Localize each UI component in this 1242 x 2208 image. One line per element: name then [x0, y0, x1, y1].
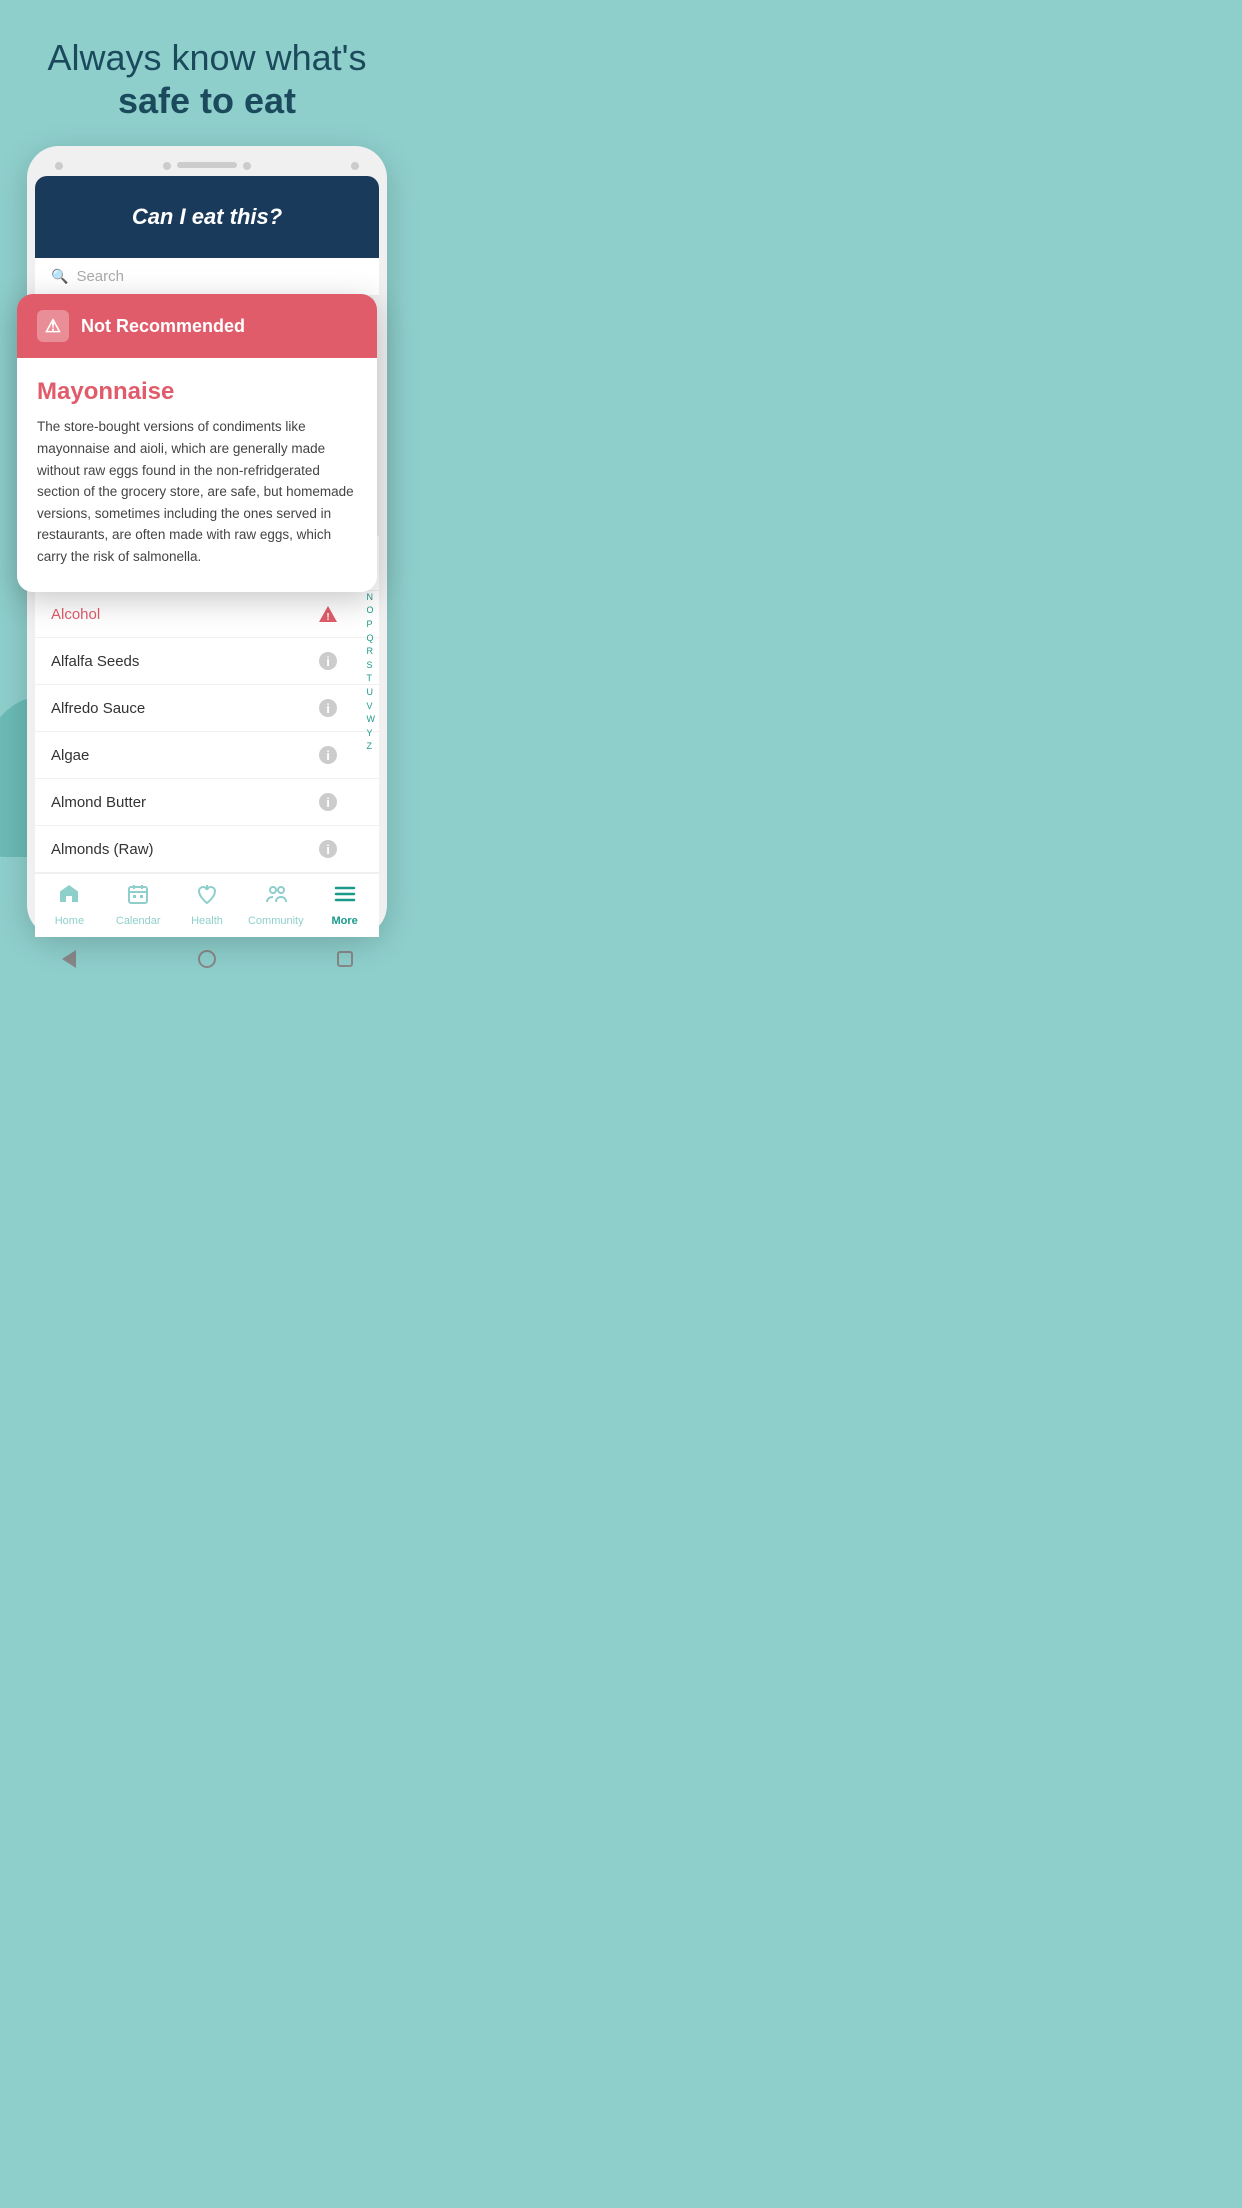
- back-button[interactable]: [59, 949, 79, 969]
- phone-notch: [177, 162, 237, 168]
- recents-button[interactable]: [335, 949, 355, 969]
- more-icon: [333, 882, 357, 912]
- alpha-S[interactable]: S: [367, 659, 376, 672]
- svg-text:i: i: [326, 842, 330, 857]
- home-button[interactable]: [197, 949, 217, 969]
- system-bar: [0, 937, 414, 977]
- headline-line1: Always know what's: [48, 36, 367, 79]
- table-row[interactable]: Almonds (Raw) i: [35, 826, 379, 873]
- nav-label-more: More: [331, 915, 357, 927]
- popup-status: Not Recommended: [81, 316, 245, 337]
- app-title: Can I eat this?: [132, 204, 282, 229]
- search-placeholder: Search: [76, 268, 124, 285]
- phone-top-bar: [35, 162, 379, 170]
- popup-food-name: Mayonnaise: [37, 378, 357, 406]
- search-bar[interactable]: 🔍 Search: [35, 258, 379, 296]
- food-name: Algae: [51, 747, 89, 764]
- popup-description: The store-bought versions of condiments …: [37, 416, 357, 567]
- nav-label-calendar: Calendar: [116, 915, 161, 927]
- table-row[interactable]: Algae i: [35, 732, 379, 779]
- info-icon: i: [317, 650, 339, 672]
- alpha-W[interactable]: W: [367, 713, 376, 726]
- svg-text:i: i: [326, 701, 330, 716]
- home-icon: [57, 882, 81, 912]
- alpha-O[interactable]: O: [367, 604, 376, 617]
- phone-mockup: Can I eat this? 🔍 Search ⚠ Not Recommend…: [27, 146, 387, 937]
- warning-icon: ⚠: [37, 310, 69, 342]
- food-list-area: J K L M N O P Q R S T U V W Y Z Alaskan …: [35, 536, 379, 937]
- alpha-Q[interactable]: Q: [367, 632, 376, 645]
- alpha-Z[interactable]: Z: [367, 740, 376, 753]
- info-icon: i: [317, 744, 339, 766]
- headline-line2: safe to eat: [48, 79, 367, 122]
- popup-card: ⚠ Not Recommended Mayonnaise The store-b…: [17, 294, 377, 591]
- info-icon: i: [317, 791, 339, 813]
- nav-item-health[interactable]: Health: [173, 882, 242, 927]
- popup-body: Mayonnaise The store-bought versions of …: [17, 358, 377, 591]
- phone-dot-c1: [163, 162, 171, 170]
- bottom-nav: Home Calendar: [35, 873, 379, 937]
- headline: Always know what's safe to eat: [28, 36, 387, 122]
- alpha-Y[interactable]: Y: [367, 727, 376, 740]
- nav-item-more[interactable]: More: [310, 882, 379, 927]
- nav-item-home[interactable]: Home: [35, 882, 104, 927]
- info-icon: i: [317, 838, 339, 860]
- table-row[interactable]: Alfalfa Seeds i: [35, 638, 379, 685]
- alpha-U[interactable]: U: [367, 686, 376, 699]
- svg-text:i: i: [326, 795, 330, 810]
- food-name: Alcohol: [51, 606, 100, 623]
- svg-text:!: !: [326, 612, 329, 623]
- phone-dot-right: [351, 162, 359, 170]
- alpha-N[interactable]: N: [367, 591, 376, 604]
- community-icon: [264, 882, 288, 912]
- svg-text:i: i: [326, 654, 330, 669]
- phone-dot-c2: [243, 162, 251, 170]
- phone-dot-left: [55, 162, 63, 170]
- table-row[interactable]: Alcohol !: [35, 591, 379, 638]
- food-name: Almond Butter: [51, 794, 146, 811]
- app-header: Can I eat this?: [35, 176, 379, 258]
- nav-item-community[interactable]: Community: [241, 882, 310, 927]
- food-name: Almonds (Raw): [51, 841, 154, 858]
- alpha-P[interactable]: P: [367, 618, 376, 631]
- alpha-T[interactable]: T: [367, 672, 376, 685]
- info-icon: i: [317, 697, 339, 719]
- food-name: Alfredo Sauce: [51, 700, 145, 717]
- phone-dots-center: [163, 162, 251, 170]
- page-wrapper: Always know what's safe to eat Can I eat…: [0, 0, 414, 977]
- popup-header: ⚠ Not Recommended: [17, 294, 377, 358]
- nav-item-calendar[interactable]: Calendar: [104, 882, 173, 927]
- table-row[interactable]: Almond Butter i: [35, 779, 379, 826]
- alpha-V[interactable]: V: [367, 700, 376, 713]
- food-name: Alfalfa Seeds: [51, 653, 139, 670]
- warning-icon: !: [317, 603, 339, 625]
- health-icon: [195, 882, 219, 912]
- svg-text:i: i: [326, 748, 330, 763]
- table-row[interactable]: Alfredo Sauce i: [35, 685, 379, 732]
- alpha-R[interactable]: R: [367, 645, 376, 658]
- nav-label-home: Home: [55, 915, 84, 927]
- calendar-icon: [126, 882, 150, 912]
- nav-label-health: Health: [191, 915, 223, 927]
- search-icon: 🔍: [51, 268, 68, 285]
- nav-label-community: Community: [248, 915, 304, 927]
